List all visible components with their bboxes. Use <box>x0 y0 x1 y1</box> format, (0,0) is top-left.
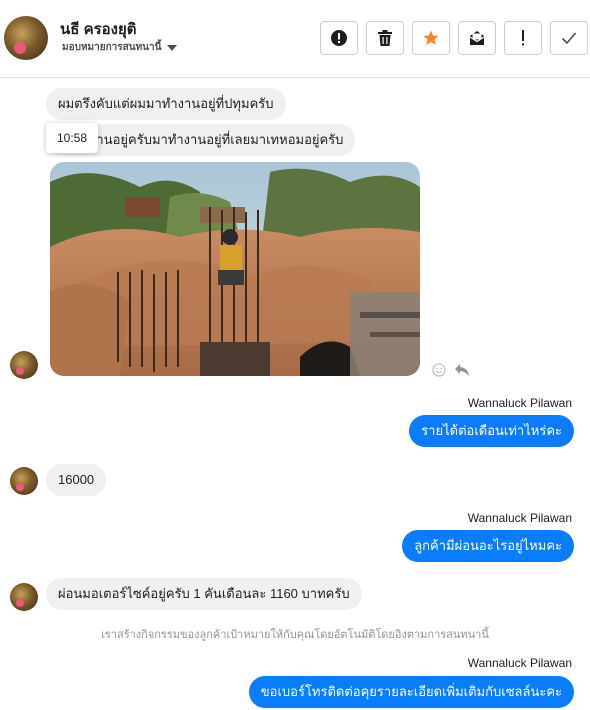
follow-up-button[interactable] <box>504 21 542 55</box>
incoming-message[interactable]: 16000 <box>46 464 107 496</box>
envelope-icon <box>469 31 485 45</box>
contact-name[interactable]: นธี ครองยุติ <box>60 17 137 41</box>
timestamp-tooltip: 10:58 <box>46 123 99 153</box>
mark-done-button[interactable] <box>550 21 588 55</box>
reply-icon[interactable] <box>454 363 470 377</box>
incoming-message[interactable]: ผมตรึงคับแต่ผมมาทำงานอยู่ที่ปทุมครับ <box>46 88 286 120</box>
sender-name: Wannaluck Pilawan <box>467 656 572 670</box>
contact-avatar-small[interactable] <box>10 351 38 379</box>
conversation-header: นธี ครองยุติ มอบหมายการสนทนานี้ <box>0 0 590 78</box>
outgoing-message[interactable]: ลูกค้ามีผ่อนอะไรอยู่ไหมคะ <box>402 530 574 562</box>
report-spam-button[interactable] <box>320 21 358 55</box>
caret-down-icon <box>167 44 178 51</box>
contact-avatar-small[interactable] <box>10 583 38 611</box>
conversation-actions <box>320 21 588 55</box>
system-note: เราสร้างกิจกรรมของลูกค้าเป้าหมายให้กับคุ… <box>101 629 489 641</box>
delete-button[interactable] <box>366 21 404 55</box>
sender-name: Wannaluck Pilawan <box>467 396 572 410</box>
message-photo[interactable] <box>50 162 420 376</box>
message-tools <box>432 363 470 377</box>
sender-name: Wannaluck Pilawan <box>467 511 572 525</box>
message-thread[interactable]: ผมตรึงคับแต่ผมมาทำงานอยู่ที่ปทุมครับ ผมท… <box>0 79 590 710</box>
star-button[interactable] <box>412 21 450 55</box>
mark-unread-button[interactable] <box>458 21 496 55</box>
trash-icon <box>378 30 392 46</box>
outgoing-message[interactable]: ขอเบอร์โทรติดต่อคุยรายละเอียดเพิ่มเติมกั… <box>248 676 574 708</box>
alert-circle-icon <box>331 30 347 46</box>
star-icon <box>423 30 439 45</box>
exclamation-icon <box>522 30 524 46</box>
smiley-icon[interactable] <box>432 363 446 377</box>
contact-avatar-small[interactable] <box>10 467 38 495</box>
assign-conversation-dropdown[interactable]: มอบหมายการสนทนานี้ <box>62 40 178 55</box>
outgoing-message[interactable]: รายได้ต่อเดือนเท่าไหร่คะ <box>409 415 574 447</box>
check-icon <box>561 32 577 45</box>
assign-conversation-label: มอบหมายการสนทนานี้ <box>62 42 162 53</box>
incoming-message[interactable]: ผ่อนมอเตอร์ไซค์อยู่ครับ 1 คันเดือนละ 116… <box>46 578 362 610</box>
construction-site-image <box>50 162 420 376</box>
contact-avatar[interactable] <box>4 16 48 60</box>
